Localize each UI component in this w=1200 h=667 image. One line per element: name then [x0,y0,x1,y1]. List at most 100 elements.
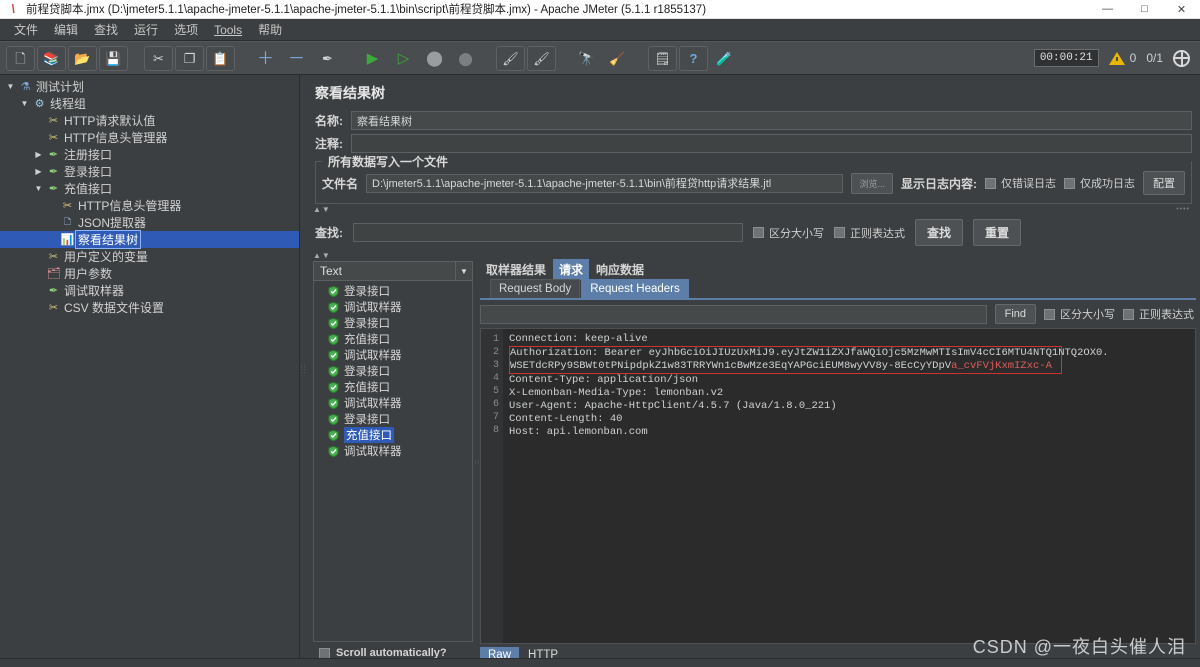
tree-node[interactable]: ✂ HTTP请求默认值 [0,112,299,129]
find-regex-checkbox[interactable]: 正则表达式 [1123,306,1194,322]
list-item[interactable]: 调试取样器 [314,443,472,459]
expand-all-button[interactable]: ＋ [251,46,280,71]
clear-button[interactable]: 🧹 [603,46,632,71]
subtab-request-headers[interactable]: Request Headers [581,279,689,298]
stop-button[interactable]: ⬤ [420,46,449,71]
success-shield-icon [328,349,339,361]
tree-node[interactable]: ▶ ✒ 注册接口 [0,146,299,163]
comment-input[interactable] [351,134,1192,153]
chevron-down-icon[interactable]: ▼ [455,262,472,280]
menu-run[interactable]: 运行 [126,19,166,40]
tree-node[interactable]: ▼ ⚗ 测试计划 [0,78,299,95]
menu-file[interactable]: 文件 [6,19,46,40]
shutdown-button[interactable]: ⬤ [451,46,480,71]
sample-result-list[interactable]: 登录接口 调试取样器 登录接口 充值接口 调试取样器 登录接口 充值接口 调试取样器 登录接口充… [313,281,473,642]
search-icon[interactable]: 🔭 [572,46,601,71]
list-item[interactable]: 充值接口 [314,379,472,395]
collapse-all-button[interactable]: － [282,46,311,71]
tree-node[interactable]: ▼ ✒ 充值接口 [0,180,299,197]
help-button[interactable]: ? [679,45,708,71]
open-button[interactable]: 📂 [68,45,97,71]
clear-all-button[interactable]: 🗒 [648,45,677,71]
tree-node[interactable]: ✂ HTTP信息头管理器 [0,197,299,214]
remote-start-button[interactable]: 🖌 [496,45,525,71]
tab-response-data[interactable]: 响应数据 [590,259,650,280]
tree-node[interactable]: 🗂 用户参数 [0,265,299,282]
search-input[interactable] [353,223,743,242]
reset-button[interactable]: 重置 [973,219,1022,246]
menu-help[interactable]: 帮助 [250,19,290,40]
list-item[interactable]: 调试取样器 [314,395,472,411]
tree-node[interactable]: 📊 察看结果树 [0,230,299,249]
new-button[interactable]: 🗋 [6,45,35,71]
list-item[interactable]: 登录接口 [314,363,472,379]
tree-node[interactable]: ▶ ✒ 登录接口 [0,163,299,180]
tree-node[interactable]: ✂ CSV 数据文件设置 [0,299,299,316]
tree-node-label: HTTP信息头管理器 [64,131,168,145]
tree-node[interactable]: ✂ 用户定义的变量 [0,248,299,265]
find-case-sensitive-checkbox[interactable]: 区分大小写 [1044,306,1115,322]
collapse-up-icon[interactable]: ▲ [313,251,321,260]
subtab-request-body[interactable]: Request Body [490,279,581,298]
menu-tools[interactable]: Tools [206,21,250,39]
maximize-button[interactable]: □ [1126,0,1163,19]
tree-node-label: 注册接口 [64,148,113,162]
close-button[interactable]: ✕ [1163,0,1200,19]
tab-request[interactable]: 请求 [553,259,590,280]
collapse-down-icon[interactable]: ▼ [322,251,330,260]
errors-only-checkbox[interactable]: 仅错误日志 [985,175,1056,191]
configure-button[interactable]: 配置 [1143,171,1185,195]
list-item[interactable]: 登录接口 [314,315,472,331]
tree-node[interactable]: 🗅 JSON提取器 [0,214,299,231]
results-detail-splitter[interactable]: :: [473,261,480,663]
collapse-up-icon[interactable]: ▲ [313,205,321,214]
name-input[interactable]: 察看结果树 [351,111,1192,130]
tree-node[interactable]: ▼ ⚙ 线程组 [0,95,299,112]
search-button[interactable]: 查找 [915,219,964,246]
list-item[interactable]: 登录接口 [314,283,472,299]
start-button[interactable]: ▶ [358,46,387,71]
collapse-down-icon[interactable]: ▼ [322,205,330,214]
browse-button[interactable]: 浏览... [851,172,893,194]
list-item[interactable]: 充值接口 [314,427,472,443]
menu-search[interactable]: 查找 [86,19,126,40]
lower-collapse-handle[interactable]: ▲ ▼ [305,250,1200,261]
chevron-down-icon[interactable]: ▼ [32,184,45,193]
find-input[interactable] [480,304,987,324]
menu-options[interactable]: 选项 [166,19,206,40]
function-helper-button[interactable]: 🧪 [710,46,739,71]
chevron-down-icon[interactable]: ▼ [4,82,17,91]
globe-icon[interactable] [1173,49,1190,67]
chevron-right-icon[interactable]: ▶ [32,150,45,159]
filename-input[interactable]: D:\jmeter5.1.1\apache-jmeter-5.1.1\apach… [366,173,844,193]
request-headers-viewer[interactable]: 1 2 3 4 5 6 7 8 Connection: keep-alive Authoriza… [480,328,1196,644]
tree-node[interactable]: ✂ HTTP信息头管理器 [0,129,299,146]
remote-stop-button[interactable]: 🖌 [527,45,556,71]
request-headers-text[interactable]: Connection: keep-alive Authorization: Bea… [503,329,1195,643]
paste-button[interactable]: 📋 [206,45,235,71]
start-no-pauses-button[interactable]: ▷ [389,46,418,71]
search-case-sensitive-checkbox[interactable]: 区分大小写 [753,225,824,241]
search-regex-checkbox[interactable]: 正则表达式 [834,225,905,241]
save-button[interactable]: 💾 [99,45,128,71]
minimize-button[interactable]: — [1089,0,1126,19]
test-plan-tree[interactable]: ▼ ⚗ 测试计划 ▼ ⚙ 线程组 ✂ HTTP请求默认值 ✂ HTTP信息头管理器 ▶ ✒ 注册接口 ▶ ✒… [0,75,300,663]
list-item[interactable]: 登录接口 [314,411,472,427]
warning-indicator[interactable]: 0 [1108,51,1136,65]
list-item[interactable]: 充值接口 [314,331,472,347]
cut-button[interactable]: ✂ [144,45,173,71]
templates-button[interactable]: 📚 [37,45,66,71]
tree-node[interactable]: ✒ 调试取样器 [0,282,299,299]
copy-button[interactable]: ❐ [175,45,204,71]
success-only-checkbox[interactable]: 仅成功日志 [1064,175,1135,191]
renderer-combobox[interactable]: Text ▼ [313,261,473,281]
chevron-right-icon[interactable]: ▶ [32,167,45,176]
tab-sampler-result[interactable]: 取样器结果 [480,259,552,280]
list-item[interactable]: 调试取样器 [314,347,472,363]
menu-edit[interactable]: 编辑 [46,19,86,40]
list-item[interactable]: 调试取样器 [314,299,472,315]
chevron-down-icon[interactable]: ▼ [18,99,31,108]
collapse-expand-handle[interactable]: ▲ ▼ •••• [305,204,1200,215]
find-button[interactable]: Find [994,304,1036,324]
toggle-button[interactable]: ✒ [313,46,342,71]
